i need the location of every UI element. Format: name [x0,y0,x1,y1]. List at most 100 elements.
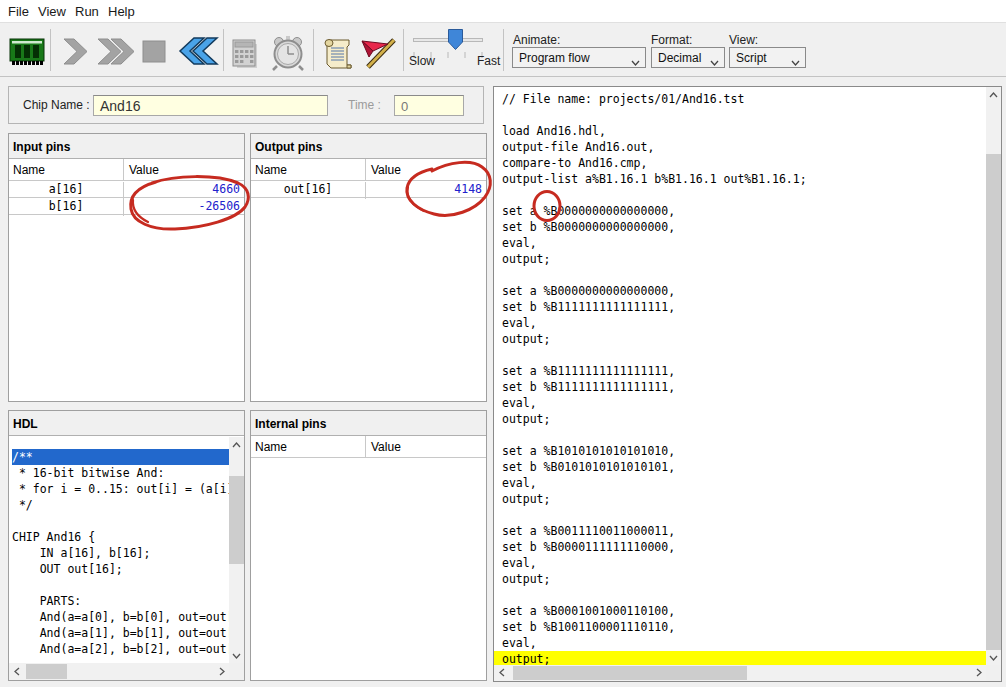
script-line: output; [494,571,986,587]
script-line: set b %B1111111111111111, [494,379,986,395]
toolbar-separator [50,29,51,71]
hdl-vscrollbar[interactable] [229,437,244,663]
chip-icon [9,35,45,67]
slider-thumb[interactable] [448,29,463,54]
scrollbar-corner [229,663,244,680]
view-label: View: [729,33,758,47]
calculator-button[interactable] [231,38,262,75]
scroll-down-icon[interactable] [229,648,244,663]
chevron-down-icon [791,55,800,69]
scroll-up-icon[interactable] [229,437,244,452]
script-line: set b %B1111111111111111, [494,299,986,315]
scroll-down-icon[interactable] [986,650,1001,665]
scroll-right-icon[interactable] [971,665,986,680]
column-name: Name [13,163,45,177]
hdl-panel: HDL /** * 16-bit bitwise And: * for i = … [8,410,245,681]
script-hscroll-thumb[interactable] [513,666,747,680]
script-line: output; [494,331,986,347]
script-line [494,187,986,203]
chip-name-value: And16 [100,98,140,114]
chevron-down-icon [631,55,640,69]
scroll-right-icon[interactable] [214,664,229,679]
script-panel: // File name: projects/01/And16.tstload … [493,86,1002,682]
chip-name-label: Chip Name : [23,98,90,112]
view-value: Script [736,51,767,65]
script-line: load And16.hdl, [494,123,986,139]
menu-help[interactable]: Help [108,4,135,19]
menu-file[interactable]: File [8,4,29,19]
hdl-hscroll-thumb[interactable] [26,664,67,679]
internal-pins-panel: Internal pins Name Value [250,410,487,681]
load-chip-button[interactable] [9,35,45,71]
script-line [494,507,986,523]
pin-value[interactable]: 4660 [123,182,244,199]
reset-button[interactable] [178,36,220,70]
column-value: Value [129,163,159,177]
calculator-icon [231,38,262,71]
scrollbar-corner [986,665,1001,681]
script-line: eval, [494,475,986,491]
script-line [494,347,986,363]
hdl-vscroll-thumb[interactable] [229,476,244,564]
script-line: set a %B0000000000000000, [494,203,986,219]
script-vscrollbar[interactable] [986,87,1001,665]
hdl-line: PARTS: [12,593,229,609]
script-line: set a %B0000000000000000, [494,283,986,299]
view-select[interactable]: Script [729,47,806,68]
script-line: set b %B1001100001110110, [494,619,986,635]
script-line [494,427,986,443]
pin-name: a[16] [9,182,123,196]
scroll-up-icon[interactable] [986,87,1001,102]
breakpoints-button[interactable] [360,34,398,76]
single-step-button[interactable] [61,38,89,69]
hdl-line: CHIP And16 { [12,529,229,545]
clock-button[interactable] [270,35,306,75]
stop-button[interactable] [142,40,166,67]
script-scroll-icon [323,37,353,71]
run-button[interactable] [95,38,136,69]
output-pins-header: Name Value [251,159,486,181]
chip-name-field[interactable]: And16 [93,95,328,116]
hdl-line: * 16-bit bitwise And: [12,465,229,481]
script-view[interactable]: // File name: projects/01/And16.tstload … [494,87,986,665]
hdl-hscrollbar[interactable] [9,663,229,680]
format-select[interactable]: Decimal [651,47,725,68]
script-line [494,587,986,603]
chip-name-bar: Chip Name : And16 Time : 0 [8,86,484,124]
hdl-line: And(a=a[0], b=b[0], out=out[0]); [12,609,229,625]
scroll-left-icon[interactable] [494,665,509,680]
script-line: output; [494,411,986,427]
output-pins-panel: Output pins Name Value out[16] 4148 [250,133,487,402]
animate-value: Program flow [519,51,590,65]
time-label: Time : [348,98,381,112]
view-script-button[interactable] [323,37,353,75]
toolbar-separator [223,29,224,71]
pin-value[interactable]: 4148 [365,182,486,199]
pin-value[interactable]: -26506 [123,199,244,216]
script-line: output-list a%B1.16.1 b%B1.16.1 out%B1.1… [494,171,986,187]
column-divider [123,159,124,180]
script-vscroll-thumb[interactable] [986,154,1001,650]
flag-icon [360,34,398,72]
fast-forward-icon [95,38,136,65]
menu-run[interactable]: Run [75,4,99,19]
hdl-code[interactable]: /** * 16-bit bitwise And: * for i = 0..1… [9,437,229,663]
script-line: set b %B0000111111110000, [494,539,986,555]
animate-select[interactable]: Program flow [512,47,646,68]
slider-fast-label: Fast [477,54,500,68]
pin-name: out[16] [251,182,365,196]
hdl-line: OUT out[16]; [12,561,229,577]
output-pin-row: out[16] 4148 [251,181,486,198]
hdl-line: And(a=a[2], b=b[2], out=out[2]); [12,641,229,657]
slider-slow-label: Slow [409,54,435,68]
toolbar-separator [503,29,504,71]
animate-label: Animate: [513,33,560,47]
time-field: 0 [394,95,464,116]
format-value: Decimal [658,51,701,65]
menu-view[interactable]: View [38,4,66,19]
script-line: set b %B0000000000000000, [494,219,986,235]
script-hscrollbar[interactable] [494,665,986,681]
scroll-left-icon[interactable] [9,664,24,679]
output-pins-title: Output pins [251,134,486,159]
script-line: set a %B1010101010101010, [494,443,986,459]
